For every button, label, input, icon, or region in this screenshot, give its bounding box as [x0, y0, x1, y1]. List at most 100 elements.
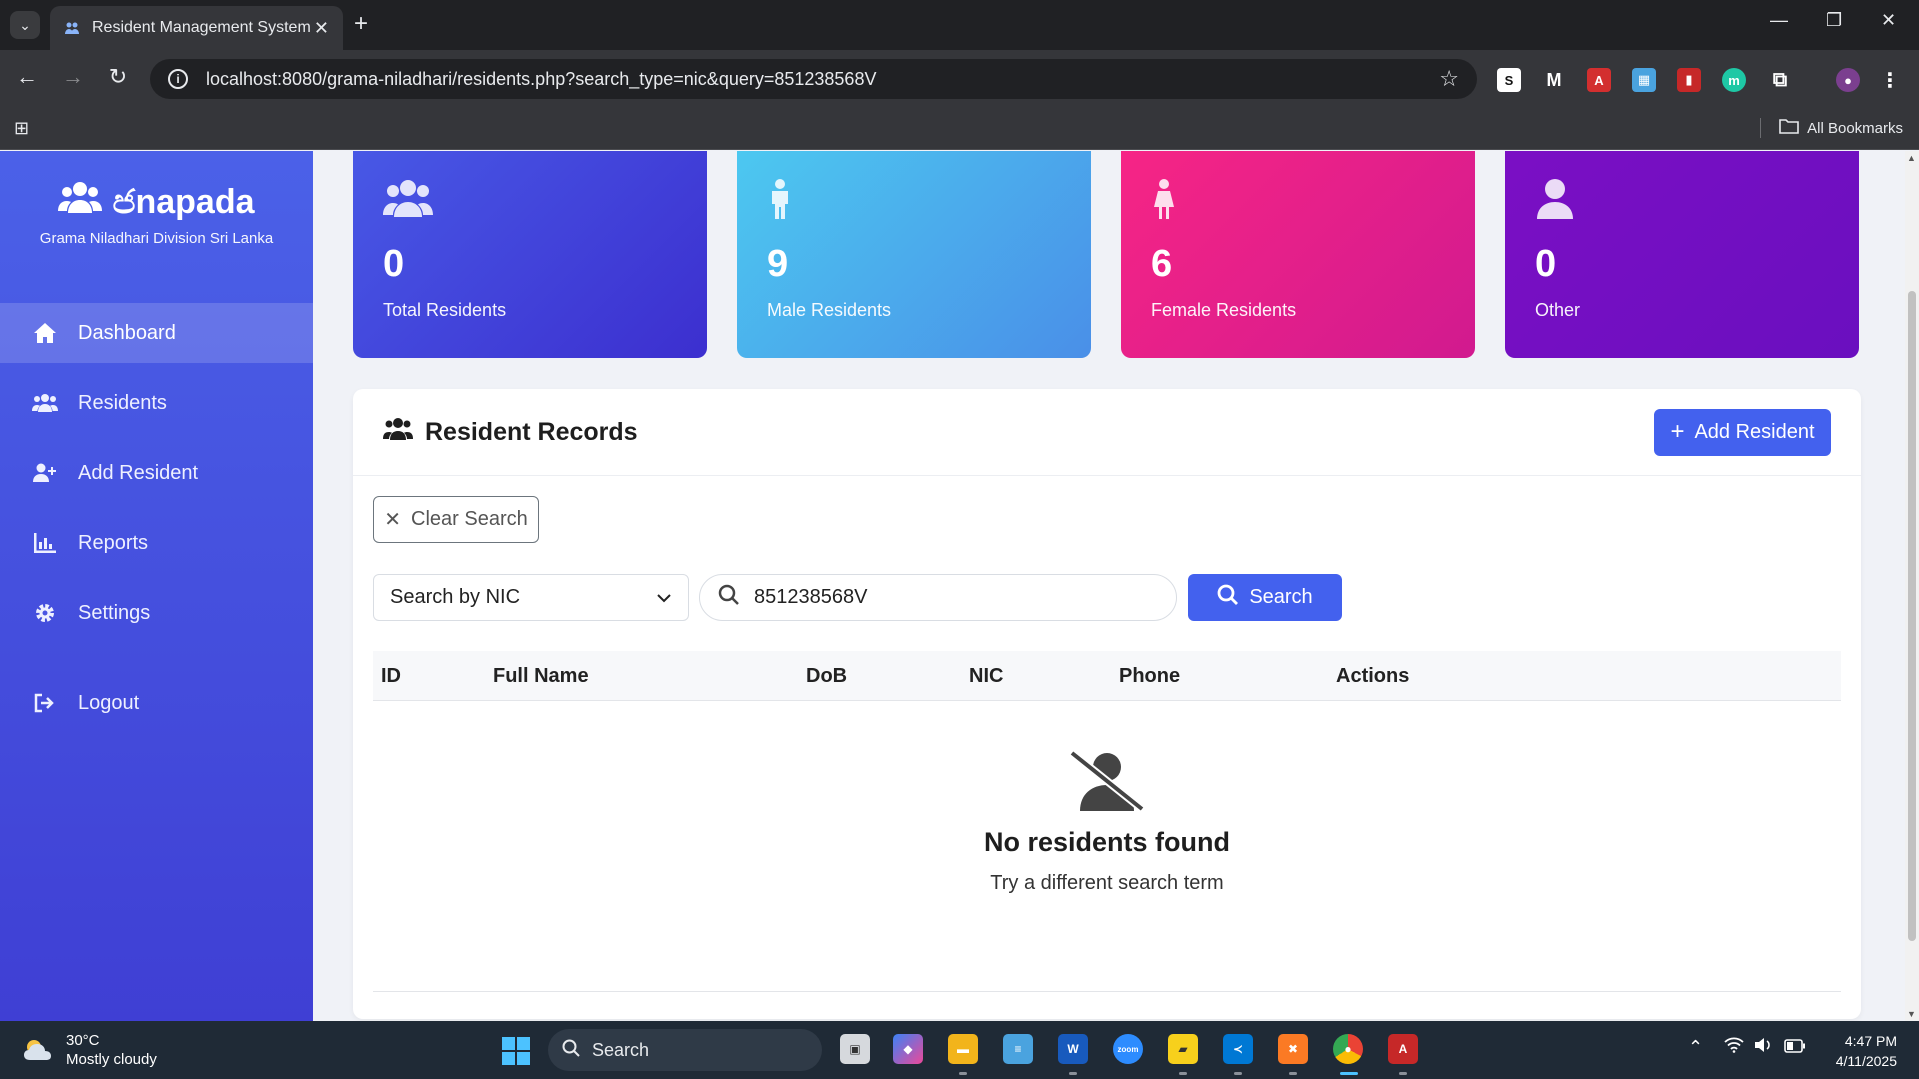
gear-icon: [32, 602, 58, 624]
sidebar-item-logout[interactable]: Logout: [0, 673, 313, 733]
stat-label: Other: [1535, 300, 1581, 320]
wifi-icon[interactable]: [1724, 1037, 1744, 1058]
add-resident-button[interactable]: + Add Resident: [1654, 408, 1831, 456]
search-icon: [1217, 584, 1239, 612]
taskbar-search-label: Search: [592, 1039, 650, 1060]
vscode-icon[interactable]: ≺: [1223, 1034, 1253, 1064]
new-tab-plus-icon[interactable]: +: [354, 10, 368, 38]
weather-temperature: 30°C: [66, 1032, 100, 1049]
sidebar-item-residents[interactable]: Residents: [0, 373, 313, 433]
running-indicator: [1179, 1072, 1187, 1075]
female-icon: [1151, 177, 1445, 221]
add-resident-label: Add Resident: [1694, 420, 1815, 443]
scrollbar-thumb[interactable]: [1908, 291, 1916, 941]
user-plus-icon: [32, 463, 58, 483]
bookmark-star-icon[interactable]: ☆: [1439, 66, 1459, 92]
os-taskbar: 30°C Mostly cloudy Search ▣ ◆ ▬ ≡ W zoom…: [0, 1021, 1919, 1079]
file-explorer-icon[interactable]: ▬: [948, 1034, 978, 1064]
running-indicator: [1289, 1072, 1297, 1075]
page-scrollbar[interactable]: ▲ ▼: [1905, 151, 1919, 1021]
xampp-icon[interactable]: ✖: [1278, 1034, 1308, 1064]
empty-state: No residents found Try a different searc…: [373, 749, 1841, 895]
search-type-select[interactable]: Search by NIC: [373, 574, 689, 621]
extension-m-icon[interactable]: M: [1542, 68, 1566, 92]
stat-card-total: 0 Total Residents: [353, 151, 707, 358]
scroll-down-icon[interactable]: ▼: [1907, 1009, 1916, 1019]
sidebar-item-label: Settings: [78, 601, 151, 624]
chart-icon: [32, 533, 58, 553]
windows-start-icon[interactable]: [502, 1037, 530, 1070]
stat-card-other: 0 Other: [1505, 151, 1859, 358]
table-divider: [373, 991, 1841, 992]
minimize-icon[interactable]: —: [1770, 10, 1788, 31]
extensions-puzzle-icon[interactable]: ⧉: [1768, 68, 1792, 92]
clear-search-button[interactable]: ✕ Clear Search: [373, 496, 539, 543]
browser-menu-icon[interactable]: ⋮: [1878, 68, 1902, 92]
sidebar-item-settings[interactable]: Settings: [0, 583, 313, 643]
address-bar[interactable]: i localhost:8080/grama-niladhari/residen…: [150, 59, 1477, 99]
column-header-id: ID: [381, 665, 401, 687]
sidebar-item-label: Dashboard: [78, 321, 176, 344]
volume-icon[interactable]: [1754, 1037, 1772, 1058]
search-input-value[interactable]: 851238568V: [754, 586, 867, 609]
sidebar-item-reports[interactable]: Reports: [0, 513, 313, 573]
chrome-icon[interactable]: ●: [1333, 1034, 1363, 1064]
home-icon: [32, 322, 58, 344]
weather-widget[interactable]: 30°C Mostly cloudy: [22, 1031, 157, 1069]
tab-close-icon[interactable]: ✕: [314, 18, 329, 39]
acrobat-icon[interactable]: A: [1388, 1034, 1418, 1064]
search-type-value: Search by NIC: [390, 586, 521, 608]
brand-text: ජnapada: [112, 183, 255, 221]
extension-m-circle-icon[interactable]: m: [1722, 68, 1746, 92]
zoom-icon[interactable]: zoom: [1113, 1034, 1143, 1064]
tray-chevron-up-icon[interactable]: ⌃: [1688, 1037, 1703, 1058]
card-title: Resident Records: [383, 417, 638, 448]
chevron-down-icon: [656, 586, 672, 609]
scroll-up-icon[interactable]: ▲: [1907, 153, 1916, 163]
user-slash-icon: [373, 749, 1841, 813]
sticky-notes-icon[interactable]: ▰: [1168, 1034, 1198, 1064]
window-close-icon[interactable]: ✕: [1881, 10, 1896, 31]
users-icon: [383, 177, 677, 221]
reload-icon[interactable]: ↻: [103, 64, 133, 90]
back-arrow-icon[interactable]: ←: [12, 64, 42, 90]
site-favicon-icon: [64, 20, 80, 36]
extension-book-icon[interactable]: ▮: [1677, 68, 1701, 92]
plus-icon: +: [1670, 418, 1685, 445]
word-icon[interactable]: W: [1058, 1034, 1088, 1064]
tab-list-chevron-icon[interactable]: ⌄: [10, 11, 40, 39]
sidebar-item-add-resident[interactable]: Add Resident: [0, 443, 313, 503]
extension-pdf-icon[interactable]: A: [1587, 68, 1611, 92]
sidebar-item-label: Logout: [78, 691, 140, 714]
resident-records-card: Resident Records + Add Resident ✕ Clear …: [353, 389, 1861, 1019]
restore-icon[interactable]: ❐: [1826, 10, 1842, 31]
clock-time: 4:47 PM: [1844, 1033, 1897, 1049]
task-view-icon[interactable]: ▣: [840, 1034, 870, 1064]
running-indicator: [959, 1072, 967, 1075]
forward-arrow-icon[interactable]: →: [58, 64, 88, 90]
browser-tab[interactable]: Resident Management System ✕: [50, 6, 343, 50]
search-button[interactable]: Search: [1188, 574, 1342, 621]
running-indicator: [1234, 1072, 1242, 1075]
extension-s-icon[interactable]: S: [1497, 68, 1521, 92]
apps-grid-icon[interactable]: ⊞: [14, 118, 29, 139]
all-bookmarks-label: All Bookmarks: [1807, 119, 1903, 137]
users-icon: [383, 417, 413, 448]
stat-value: 6: [1151, 243, 1173, 285]
clock-date: 4/11/2025: [1835, 1053, 1897, 1069]
extension-grid-icon[interactable]: ▦: [1632, 68, 1656, 92]
folder-icon: [1779, 118, 1799, 138]
taskbar-search[interactable]: Search: [548, 1029, 822, 1071]
sidebar-item-dashboard[interactable]: Dashboard: [0, 303, 313, 363]
brand-name: ජnapada: [0, 181, 313, 224]
notepad-icon[interactable]: ≡: [1003, 1034, 1033, 1064]
table-header: ID Full Name DoB NIC Phone Actions: [373, 651, 1841, 701]
site-info-icon[interactable]: i: [168, 69, 188, 89]
url-text[interactable]: localhost:8080/grama-niladhari/residents…: [206, 69, 1439, 90]
search-input[interactable]: 851238568V: [699, 574, 1177, 621]
battery-icon[interactable]: [1784, 1037, 1806, 1058]
system-clock[interactable]: 4:47 PM 4/11/2025: [1836, 1031, 1897, 1071]
copilot-icon[interactable]: ◆: [893, 1034, 923, 1064]
profile-avatar[interactable]: ●: [1836, 68, 1860, 92]
all-bookmarks-button[interactable]: All Bookmarks: [1760, 118, 1903, 138]
